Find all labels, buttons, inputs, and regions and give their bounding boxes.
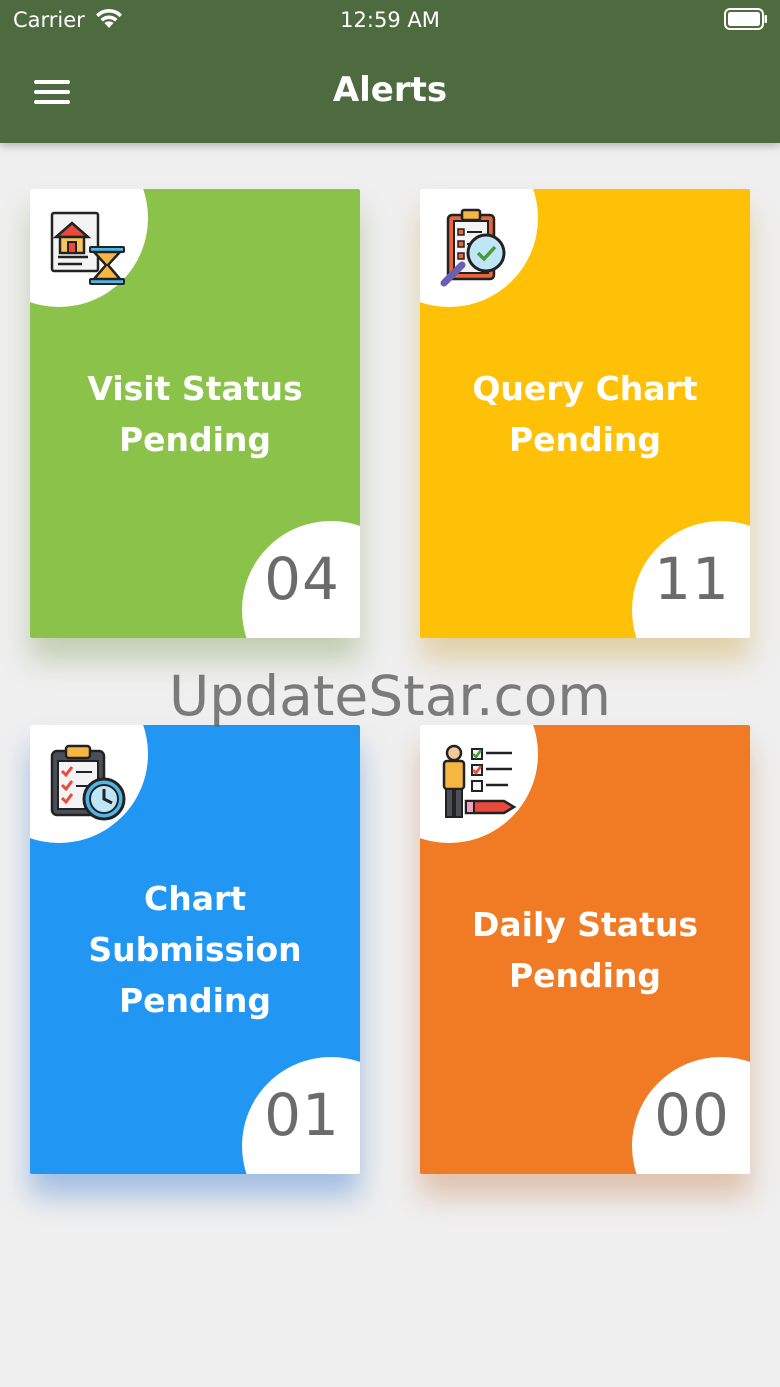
- status-bar: Carrier 12:59 AM: [0, 0, 780, 40]
- card-label: Query Chart Pending: [472, 369, 698, 459]
- card-chart-submission-pending[interactable]: Chart Submission Pending 01: [30, 725, 360, 1174]
- alert-count: 04: [264, 545, 340, 613]
- card-visit-status-pending[interactable]: Visit Status Pending 04: [30, 189, 360, 638]
- card-label: Visit Status Pending: [87, 369, 303, 459]
- clipboard-magnifier-icon: [440, 208, 506, 287]
- house-document-hourglass-icon: [50, 211, 125, 285]
- alert-count: 01: [264, 1081, 340, 1149]
- card-query-chart-pending[interactable]: Query Chart Pending 11: [420, 189, 750, 638]
- page-title: Alerts: [332, 70, 448, 110]
- card-label: Daily Status Pending: [471, 905, 698, 995]
- alert-count: 00: [654, 1081, 730, 1149]
- status-time: 12:59 AM: [340, 8, 440, 32]
- watermark-text: UpdateStar.com: [169, 664, 611, 728]
- card-daily-status-pending[interactable]: Daily Status Pending 00: [420, 725, 750, 1174]
- card-label: Chart Submission Pending: [88, 879, 302, 1020]
- app-header: Carrier 12:59 AM Alerts: [0, 0, 780, 143]
- alert-count: 11: [654, 545, 730, 613]
- battery-icon: [724, 8, 767, 30]
- person-checklist-icon: [442, 744, 517, 818]
- checklist-clock-icon: [50, 744, 126, 821]
